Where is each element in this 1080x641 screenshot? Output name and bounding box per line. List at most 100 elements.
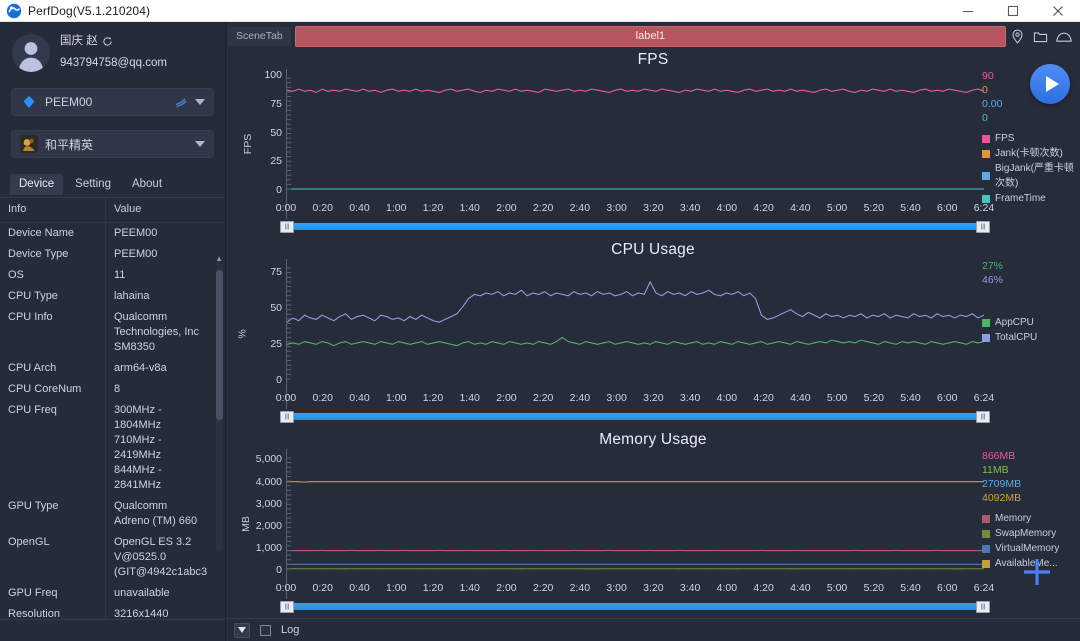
x-tick-label: 2:00 (496, 202, 517, 214)
slider-handle-left[interactable]: ||| (280, 601, 294, 613)
x-tick-label: 2:20 (532, 202, 554, 214)
slider-handle-right[interactable]: ||| (976, 221, 990, 233)
chart-fps: FPS FPS 0 25 50 75 100 90 0 0.00 0 FPS Jank(卡顿次数) Big… (226, 48, 1080, 238)
scrollbar-thumb[interactable] (216, 270, 223, 420)
x-tick-label: 1:20 (422, 392, 444, 404)
row-value: OpenGL ES 3.2 V@0525.0 (GIT@4942c1abc3 (114, 536, 208, 578)
log-checkbox[interactable] (260, 624, 271, 636)
chevron-down-icon[interactable] (195, 99, 205, 105)
x-tick-label: 5:00 (826, 582, 848, 594)
charts-container: FPS FPS 0 25 50 75 100 90 0 0.00 0 FPS Jank(卡顿次数) Big… (226, 48, 1080, 618)
device-select-label: PEEM00 (45, 95, 93, 109)
left-scrollbar[interactable] (216, 262, 223, 552)
row-key: CPU Arch (0, 358, 106, 379)
tab-device[interactable]: Device (10, 174, 64, 195)
legend-item[interactable]: Jank(卡顿次数) (982, 146, 1076, 161)
account-text: 国庆 赵 943794758@qq.com (60, 33, 167, 73)
table-row: OpenGL OpenGL ES 3.2 V@0525.0 (GIT@4942c1… (0, 532, 225, 583)
time-range-slider[interactable]: ||| ||| (280, 601, 990, 613)
plot-svg[interactable] (286, 259, 984, 409)
slider-handle-left[interactable]: ||| (280, 411, 294, 423)
x-tick-label: 5:20 (863, 582, 884, 594)
add-metric-button[interactable] (1020, 555, 1054, 589)
app-body: 国庆 赵 943794758@qq.com PEEM00 和平精英 Device… (0, 22, 1080, 641)
slider-track[interactable] (290, 413, 980, 420)
table-row: CPU CoreNum 8 (0, 379, 225, 400)
table-row: GPU Freq unavailable (0, 583, 225, 604)
x-tick-label: 2:20 (532, 392, 554, 404)
chart-panel: SceneTab label1 FPS FPS 0 25 50 75 100 90 0 0.00 0… (226, 22, 1080, 641)
legend-item[interactable]: FrameTime (982, 191, 1076, 206)
legend-item[interactable]: AppCPU (982, 315, 1076, 330)
x-tick-label: 3:40 (679, 582, 701, 594)
close-button[interactable] (1035, 0, 1080, 22)
minimize-button[interactable] (945, 0, 990, 22)
column-header-value: Value (114, 203, 142, 215)
table-row: CPU Freq 300MHz - 1804MHz 710MHz - 2419MH… (0, 400, 225, 496)
plot-svg[interactable] (286, 449, 984, 599)
legend-item[interactable]: VirtualMemory (982, 541, 1076, 556)
legend-item[interactable]: Memory (982, 511, 1076, 526)
scene-bar: SceneTab label1 (226, 22, 1080, 48)
row-value: 8 (114, 383, 121, 395)
plot-svg[interactable] (286, 69, 984, 219)
time-range-slider[interactable]: ||| ||| (280, 411, 990, 423)
x-tick-label: 4:00 (716, 202, 738, 214)
x-tick-label: 4:40 (790, 582, 811, 594)
device-select[interactable]: PEEM00 (11, 88, 214, 116)
x-tick-label: 1:40 (459, 392, 480, 404)
y-axis-ticks: 0 25 50 75 100 (226, 69, 282, 219)
left-bottom-bar (0, 619, 225, 641)
app-logo-icon (6, 3, 22, 19)
label-bar[interactable]: label1 (294, 25, 1006, 47)
slider-track[interactable] (290, 603, 980, 610)
refresh-icon[interactable] (102, 36, 113, 47)
bottom-dropdown-button[interactable] (234, 622, 250, 638)
tab-about[interactable]: About (123, 174, 171, 195)
cloud-icon[interactable] (1056, 29, 1072, 44)
x-tick-label: 4:40 (790, 392, 811, 404)
legend-item[interactable]: FPS (982, 131, 1076, 146)
device-info-table: Info Value Device Name PEEM00 Device Type P… (0, 197, 225, 641)
table-row: OS 11 (0, 265, 225, 286)
x-tick-label: 6:24 (973, 582, 995, 594)
x-tick-label: 6:00 (937, 392, 958, 404)
tab-setting[interactable]: Setting (66, 174, 120, 195)
y-axis-ticks: 0 1,000 2,000 3,000 4,000 5,000 (226, 449, 282, 599)
row-value: arm64-v8a (114, 362, 167, 374)
y-tick-label: 3,000 (255, 497, 282, 510)
chevron-down-icon[interactable] (195, 141, 205, 147)
legend-item[interactable]: TotalCPU (982, 330, 1076, 345)
top-icons (1010, 29, 1080, 44)
slider-track[interactable] (290, 223, 980, 230)
legend-swatch (982, 514, 990, 523)
legend-item[interactable]: SwapMemory (982, 526, 1076, 541)
window-title: PerfDog(V5.1.210204) (28, 3, 151, 18)
avatar (12, 34, 50, 72)
slider-handle-left[interactable]: ||| (280, 221, 294, 233)
row-key: CPU Type (0, 286, 106, 307)
legend-label: Jank(卡顿次数) (995, 148, 1063, 159)
account-name: 国庆 赵 (60, 35, 98, 48)
start-button[interactable] (1030, 64, 1070, 104)
chart-title: CPU Usage (611, 241, 695, 258)
slider-handle-right[interactable]: ||| (976, 411, 990, 423)
time-range-slider[interactable]: ||| ||| (280, 221, 990, 233)
slider-handle-right[interactable]: ||| (976, 601, 990, 613)
legend-swatch (982, 134, 990, 143)
table-row: GPU Type Qualcomm Adreno (TM) 660 (0, 496, 225, 532)
location-pin-icon[interactable] (1010, 29, 1025, 44)
row-value: Qualcomm Technologies, Inc SM8350 (114, 311, 199, 353)
x-tick-label: 1:40 (459, 202, 480, 214)
app-select[interactable]: 和平精英 (11, 130, 214, 158)
scene-tab[interactable]: SceneTab (228, 26, 291, 46)
chart-legend: 27% 46% AppCPU TotalCPU (982, 259, 1076, 345)
legend-swatch (982, 149, 990, 158)
y-tick-label: 25 (270, 338, 282, 351)
legend-item[interactable]: BigJank(严重卡顿次数) (982, 161, 1076, 191)
y-tick-label: 0 (276, 374, 282, 386)
maximize-button[interactable] (990, 0, 1035, 22)
folder-icon[interactable] (1033, 29, 1048, 44)
y-tick-label: 50 (270, 126, 282, 139)
perfdog-window: PerfDog(V5.1.210204) 国庆 赵 943794758@qq.c… (0, 0, 1080, 641)
